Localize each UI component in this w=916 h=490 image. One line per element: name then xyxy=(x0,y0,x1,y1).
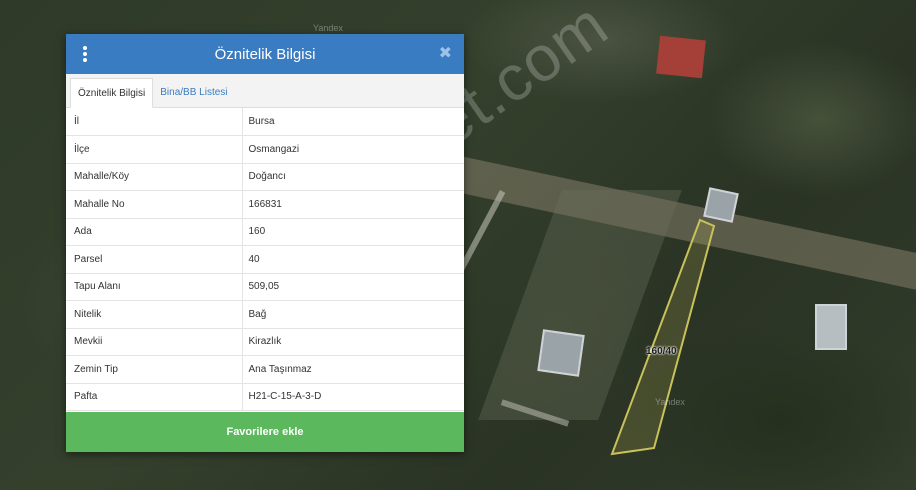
row-value: 40 xyxy=(242,245,464,274)
row-key: Ada xyxy=(66,218,243,246)
attribute-panel: Öznitelik Bilgisi ✖ Öznitelik Bilgisi Bin… xyxy=(66,34,464,452)
close-icon[interactable]: ✖ xyxy=(439,44,452,64)
tab-bar: Öznitelik Bilgisi Bina/BB Listesi xyxy=(66,74,464,108)
table-row: Pafta H21-C-15-A-3-D xyxy=(66,383,464,411)
row-key: Mahalle No xyxy=(66,190,243,219)
row-key: Zemin Tip xyxy=(66,355,243,384)
row-value: Bağ xyxy=(242,300,464,329)
row-key: İl xyxy=(66,108,243,136)
add-to-favorites-button[interactable]: Favorilere ekle xyxy=(66,412,464,452)
row-value: 160 xyxy=(242,218,464,246)
panel-header: Öznitelik Bilgisi ✖ xyxy=(66,34,464,74)
row-value: H21-C-15-A-3-D xyxy=(242,383,464,411)
row-key: Mevkii xyxy=(66,328,243,356)
table-row: Ada 160 xyxy=(66,218,464,246)
row-key: Tapu Alanı xyxy=(66,273,243,301)
row-value: Doğancı xyxy=(242,163,464,191)
table-row: Tapu Alanı 509,05 xyxy=(66,273,464,301)
row-value: Bursa xyxy=(242,108,464,136)
map-attribution: Yandex xyxy=(655,397,685,407)
row-key: Pafta xyxy=(66,383,243,411)
table-row: Mahalle No 166831 xyxy=(66,190,464,219)
table-row: İlçe Osmangazi xyxy=(66,135,464,164)
panel-title: Öznitelik Bilgisi xyxy=(214,45,316,63)
parcel-outline[interactable] xyxy=(610,218,716,456)
table-row: Mahalle/Köy Doğancı xyxy=(66,163,464,191)
tab-attribute-info[interactable]: Öznitelik Bilgisi xyxy=(70,78,154,108)
map-attribution: Yandex xyxy=(313,23,343,33)
vertical-dots-icon[interactable] xyxy=(80,44,90,64)
row-key: İlçe xyxy=(66,135,243,164)
table-row: Parsel 40 xyxy=(66,245,464,274)
parcel-label: 160/40 xyxy=(646,346,677,357)
row-key: Mahalle/Köy xyxy=(66,163,243,191)
row-value: Ana Taşınmaz xyxy=(242,355,464,384)
row-value: 509,05 xyxy=(242,273,464,301)
table-row: İl Bursa xyxy=(66,108,464,136)
attribute-table: İl Bursa İlçe Osmangazi Mahalle/Köy Doğancı… xyxy=(66,108,464,411)
row-value: 166831 xyxy=(242,190,464,219)
row-key: Nitelik xyxy=(66,300,243,329)
table-row: Zemin Tip Ana Taşınmaz xyxy=(66,355,464,384)
table-row: Mevkii Kirazlık xyxy=(66,328,464,356)
row-value: Kirazlık xyxy=(242,328,464,356)
row-key: Parsel xyxy=(66,245,243,274)
row-value: Osmangazi xyxy=(242,135,464,164)
table-row: Nitelik Bağ xyxy=(66,300,464,329)
tab-building-list[interactable]: Bina/BB Listesi xyxy=(153,78,234,108)
